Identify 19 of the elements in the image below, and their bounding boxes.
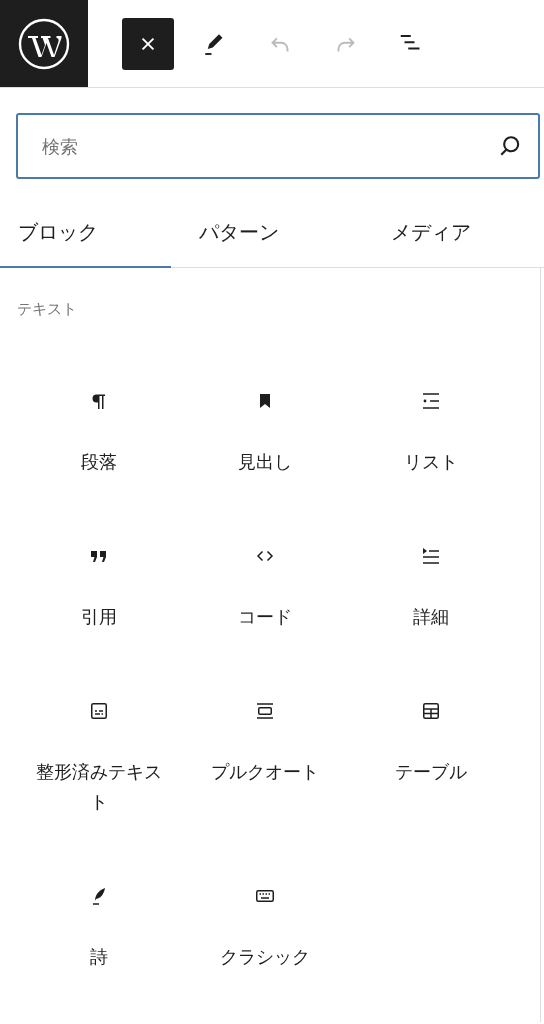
block-item[interactable]: クラシック bbox=[182, 861, 348, 1016]
block-item[interactable]: 引用 bbox=[16, 521, 182, 676]
search-field[interactable]: 検索 bbox=[16, 113, 540, 179]
block-item[interactable]: プルクオート bbox=[182, 676, 348, 861]
block-item[interactable]: リスト bbox=[348, 366, 514, 521]
block-item[interactable]: テーブル bbox=[348, 676, 514, 861]
site-logo-panel[interactable] bbox=[0, 0, 88, 87]
block-item[interactable]: コード bbox=[182, 521, 348, 676]
category-heading: テキスト bbox=[17, 299, 77, 319]
block-item[interactable]: 見出し bbox=[182, 366, 348, 521]
block-item[interactable]: 詳細 bbox=[348, 521, 514, 676]
tab[interactable]: メディア bbox=[352, 198, 544, 268]
tab[interactable]: パターン bbox=[171, 198, 353, 268]
block-item[interactable]: 段落 bbox=[16, 366, 182, 521]
block-item[interactable]: 詩 bbox=[16, 861, 182, 1016]
close-button[interactable] bbox=[122, 17, 174, 70]
block-item[interactable]: 整形済みテキスト bbox=[16, 676, 182, 861]
wordpress-logo-icon bbox=[18, 17, 70, 70]
tab[interactable]: ブロック bbox=[0, 198, 172, 268]
